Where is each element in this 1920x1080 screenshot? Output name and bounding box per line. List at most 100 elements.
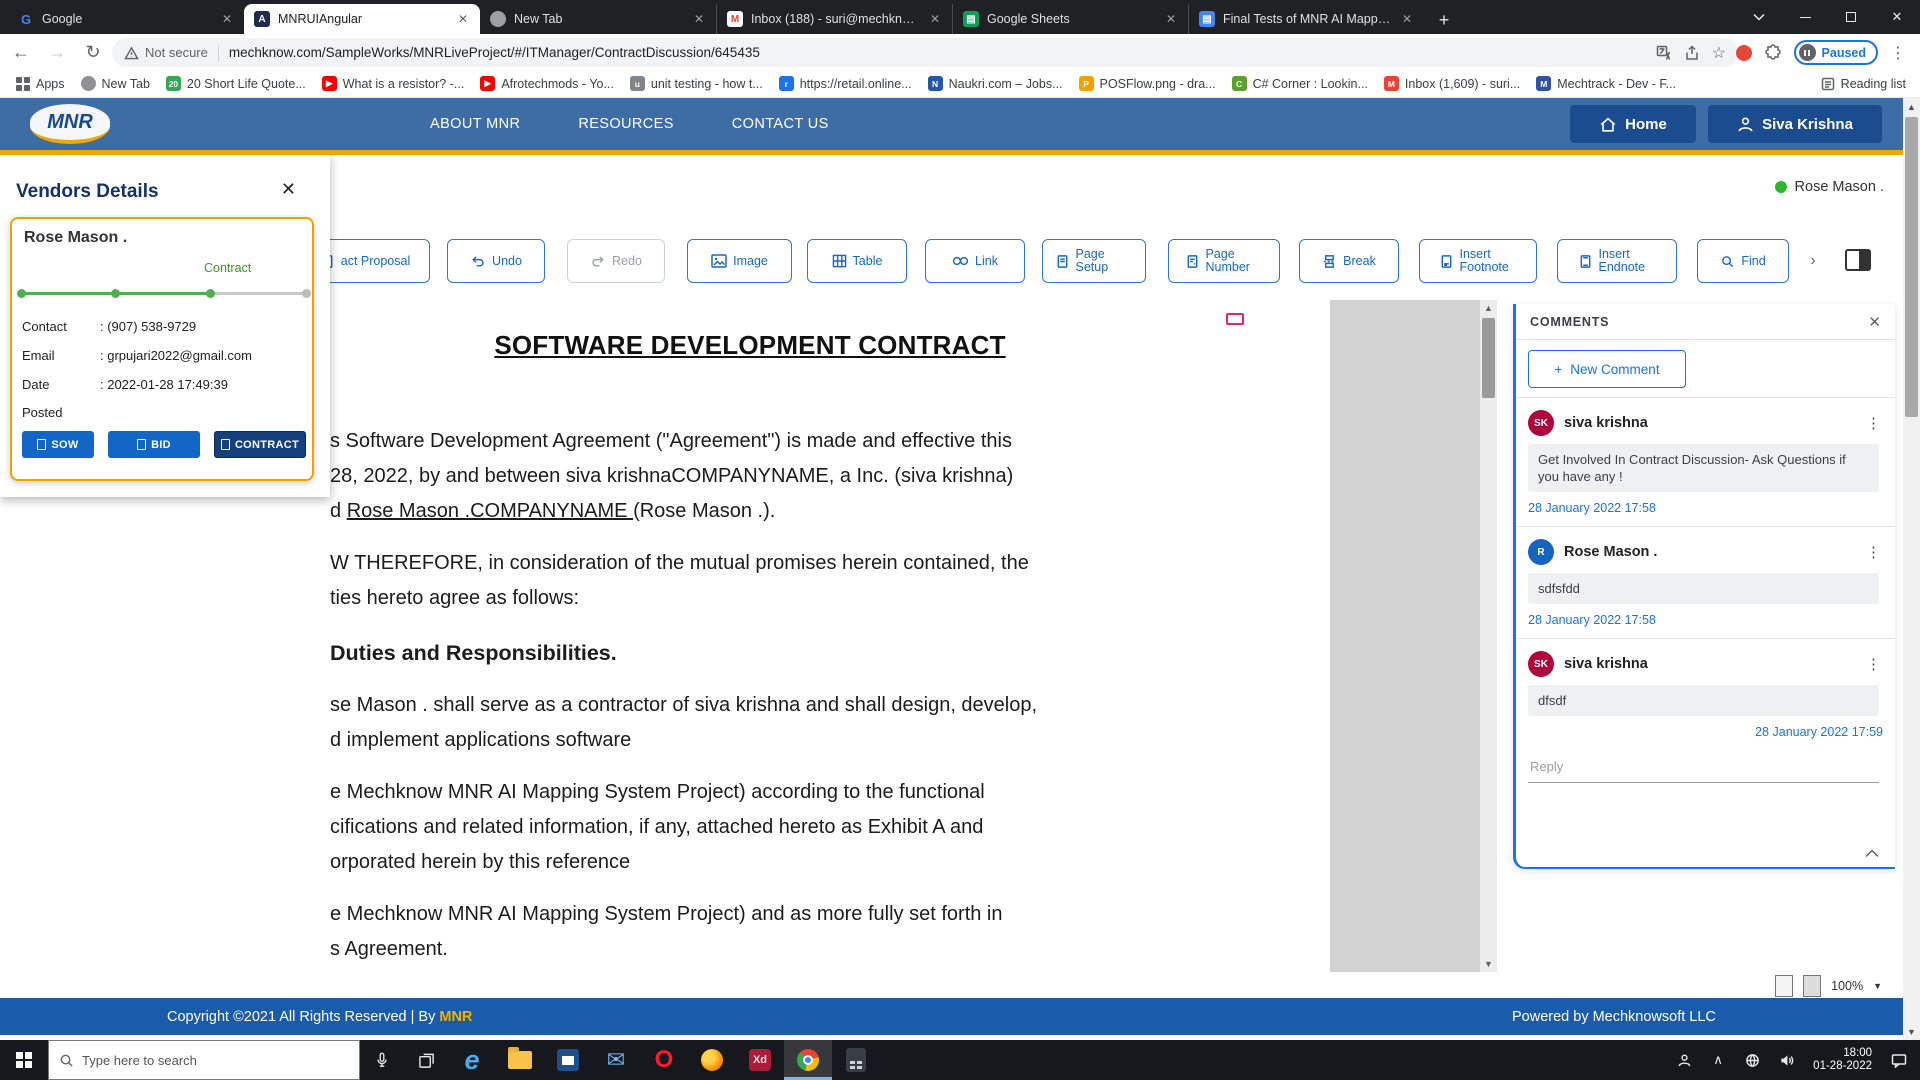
tab-close-icon[interactable]: ✕ [928, 12, 942, 26]
home-button[interactable]: Home [1570, 105, 1696, 143]
omnibox[interactable]: Not secure mechknow.com/SampleWorks/MNRL… [112, 38, 1738, 67]
comment-menu-icon[interactable]: ⋮ [1862, 655, 1885, 674]
action-center-icon[interactable] [1884, 1040, 1914, 1080]
tab-close-icon[interactable]: ✕ [1400, 12, 1414, 26]
back-icon[interactable]: ← [6, 37, 36, 67]
reading-list-button[interactable]: Reading list [1821, 77, 1906, 91]
find-button[interactable]: Find [1697, 239, 1789, 283]
taskbar-file-explorer-icon[interactable] [496, 1040, 544, 1080]
taskbar-mail-icon[interactable]: ✉ [592, 1040, 640, 1080]
insert-break-button[interactable]: Break [1299, 239, 1399, 283]
tab-google[interactable]: G Google ✕ [8, 4, 244, 34]
user-menu-button[interactable]: Siva Krishna [1708, 105, 1882, 143]
bookmark-item[interactable]: M Inbox (1,609) - suri... [1384, 76, 1520, 91]
bookmark-item[interactable]: M Mechtrack - Dev - F... [1536, 76, 1676, 91]
insert-footnote-button[interactable]: Insert Footnote [1419, 239, 1537, 283]
page-number-button[interactable]: Page Number [1168, 239, 1280, 283]
extension-icon[interactable] [1736, 45, 1752, 61]
scroll-up-icon[interactable]: ▲ [1480, 300, 1497, 316]
tab-close-icon[interactable]: ✕ [456, 12, 470, 26]
bookmark-item[interactable]: u unit testing - how t... [630, 76, 763, 91]
extensions-puzzle-icon[interactable] [1764, 44, 1782, 62]
profile-paused-badge[interactable]: Paused [1794, 40, 1878, 65]
insert-link-button[interactable]: Link [925, 239, 1025, 283]
bookmark-item[interactable]: 20 20 Short Life Quote... [166, 76, 306, 91]
bookmark-item[interactable]: C C# Corner : Lookin... [1232, 76, 1368, 91]
share-icon[interactable] [1684, 45, 1700, 61]
taskbar-search-box[interactable] [48, 1040, 360, 1080]
microphone-icon[interactable] [360, 1040, 404, 1080]
new-tab-button[interactable]: + [1430, 6, 1458, 34]
toolbar-overflow-chevron-icon[interactable]: › [1800, 247, 1826, 275]
page-setup-button[interactable]: Page Setup [1042, 239, 1146, 283]
bookmark-item[interactable]: r https://retail.online... [779, 76, 912, 91]
bid-button[interactable]: BID [108, 431, 200, 458]
taskbar-store-icon[interactable] [544, 1040, 592, 1080]
stage-dot-contract[interactable] [206, 289, 215, 298]
vendors-details-close-icon[interactable]: ✕ [281, 179, 296, 200]
task-view-icon[interactable] [404, 1040, 448, 1080]
minimize-button[interactable] [1782, 0, 1828, 34]
maximize-button[interactable] [1828, 0, 1874, 34]
url-text[interactable]: mechknow.com/SampleWorks/MNRLiveProject/… [229, 45, 1646, 60]
print-layout-icon[interactable] [1775, 975, 1793, 997]
insert-image-button[interactable]: Image [687, 239, 792, 283]
undo-button[interactable]: Undo [447, 239, 545, 283]
bookmark-star-icon[interactable]: ☆ [1712, 43, 1726, 63]
browser-scrollbar[interactable]: ▲ ▼ [1903, 98, 1920, 1040]
comment-menu-icon[interactable]: ⋮ [1862, 414, 1885, 433]
people-icon[interactable] [1669, 1040, 1699, 1080]
scroll-down-icon[interactable]: ▼ [1903, 1023, 1920, 1040]
document-scrollbar-thumb[interactable] [1482, 318, 1495, 398]
tab-search-chevron-icon[interactable] [1736, 0, 1782, 34]
tray-expand-chevron-icon[interactable]: ∧ [1703, 1040, 1733, 1080]
scroll-up-icon[interactable]: ▲ [1903, 98, 1920, 115]
bookmark-item[interactable]: New Tab [81, 76, 150, 91]
sow-button[interactable]: SOW [22, 431, 94, 458]
bookmark-item[interactable]: ▶ What is a resistor? -... [322, 76, 465, 91]
new-comment-button[interactable]: + New Comment [1528, 350, 1686, 388]
tab-mnruiangular[interactable]: A MNRUIAngular ✕ [244, 4, 480, 34]
start-button[interactable] [0, 1040, 48, 1080]
tab-close-icon[interactable]: ✕ [220, 12, 234, 26]
contract-button[interactable]: CONTRACT [214, 431, 306, 458]
comments-close-icon[interactable]: ✕ [1868, 313, 1881, 331]
web-layout-icon[interactable] [1803, 975, 1821, 997]
document-scrollbar[interactable]: ▲ ▼ [1480, 300, 1497, 972]
stage-dot-final[interactable] [302, 289, 311, 298]
stage-dot-sow[interactable] [17, 289, 26, 298]
redo-button[interactable]: Redo [567, 239, 665, 283]
forward-icon[interactable]: → [42, 37, 72, 67]
annotation-marker-icon[interactable] [1226, 313, 1244, 325]
network-icon[interactable] [1737, 1040, 1767, 1080]
side-panel-toggle-icon[interactable] [1845, 249, 1871, 271]
bookmark-apps[interactable]: Apps [16, 77, 65, 91]
mnr-logo[interactable]: MNR [30, 104, 110, 144]
translate-icon[interactable] [1656, 45, 1672, 61]
tab-close-icon[interactable]: ✕ [692, 12, 706, 26]
comment-menu-icon[interactable]: ⋮ [1862, 543, 1885, 562]
volume-icon[interactable] [1771, 1040, 1801, 1080]
taskbar-clock[interactable]: 18:00 01-28-2022 [1805, 1047, 1880, 1073]
browser-menu-icon[interactable]: ⋮ [1890, 43, 1906, 63]
tab-final-tests-doc[interactable]: ▤ Final Tests of MNR AI Mapping S ✕ [1188, 4, 1424, 34]
bookmark-item[interactable]: ▶ Afrotechmods - Yo... [480, 76, 614, 91]
tab-close-icon[interactable]: ✕ [1164, 12, 1178, 26]
nav-resources[interactable]: RESOURCES [578, 116, 673, 132]
taskbar-chrome-icon[interactable] [784, 1040, 832, 1080]
tab-new-tab[interactable]: New Tab ✕ [480, 4, 716, 34]
stage-dot-bid[interactable] [111, 289, 120, 298]
browser-scrollbar-thumb[interactable] [1905, 117, 1918, 417]
zoom-dropdown-caret-icon[interactable]: ▼ [1873, 981, 1882, 991]
bookmark-item[interactable]: N Naukri.com – Jobs... [928, 76, 1063, 91]
taskbar-firefox-icon[interactable] [688, 1040, 736, 1080]
scroll-down-icon[interactable]: ▼ [1480, 956, 1497, 972]
tab-google-sheets[interactable]: ▤ Google Sheets ✕ [952, 4, 1188, 34]
close-window-button[interactable]: ✕ [1874, 0, 1920, 34]
insert-endnote-button[interactable]: Insert Endnote [1557, 239, 1677, 283]
reload-icon[interactable]: ↻ [78, 37, 108, 67]
vendor-stage-progress[interactable] [12, 285, 316, 301]
footer-brand[interactable]: MNR [439, 1009, 472, 1025]
tab-gmail-inbox[interactable]: M Inbox (188) - suri@mechknowso ✕ [716, 4, 952, 34]
reply-input[interactable] [1528, 755, 1879, 783]
